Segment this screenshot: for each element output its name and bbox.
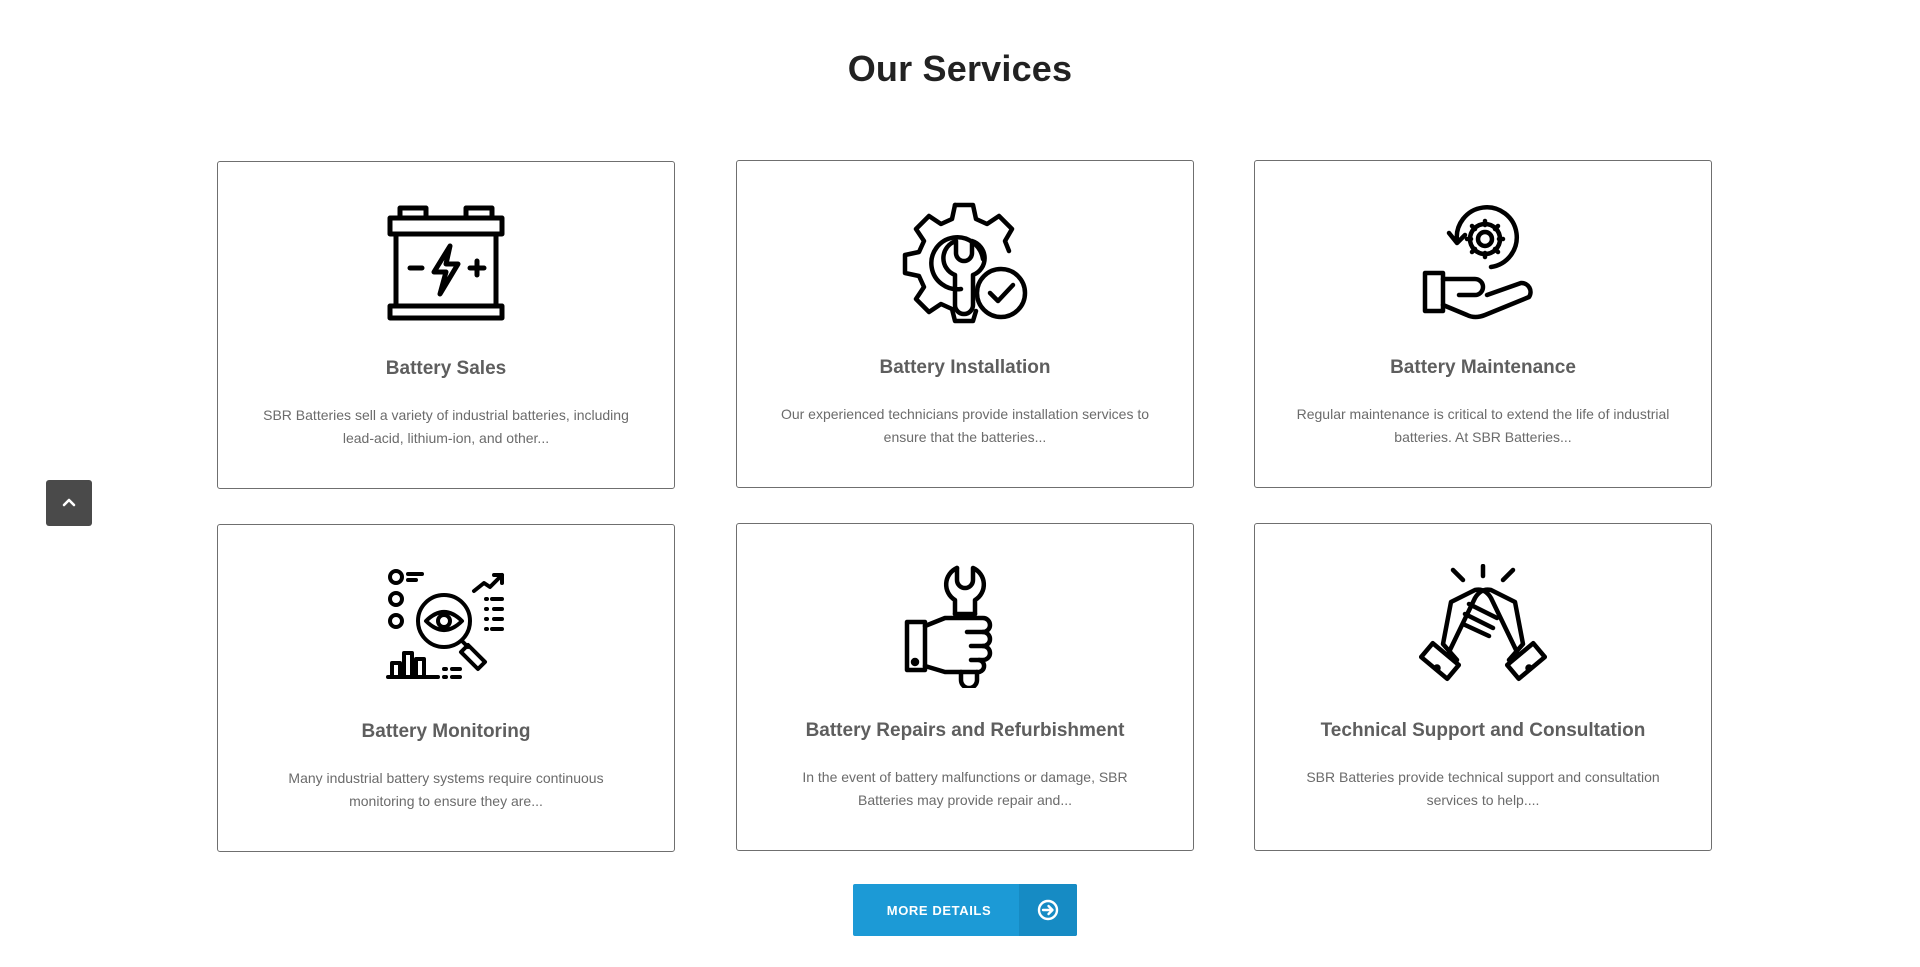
more-details-button[interactable]: MORE DETAILS	[853, 884, 1077, 936]
service-title: Technical Support and Consultation	[1320, 720, 1646, 741]
service-title: Battery Installation	[879, 357, 1051, 378]
service-title: Battery Maintenance	[1390, 357, 1576, 378]
scroll-top-button[interactable]	[46, 480, 92, 526]
service-description: In the event of battery malfunctions or …	[802, 769, 1128, 808]
car-battery-icon	[218, 202, 674, 326]
chevron-up-icon	[62, 494, 76, 512]
arrow-circle-right-icon	[1019, 884, 1077, 936]
service-description: Our experienced technicians provide inst…	[780, 406, 1150, 445]
services-page: Our Services Battery Sales SBR Batteries…	[0, 0, 1920, 967]
hand-wrench-icon	[737, 564, 1193, 688]
service-description: Many industrial battery systems require …	[288, 770, 604, 809]
service-card-battery-sales[interactable]: Battery Sales SBR Batteries sell a varie…	[217, 161, 675, 489]
service-title: Battery Sales	[385, 358, 507, 379]
section-title: Our Services	[847, 48, 1073, 89]
service-title: Battery Monitoring	[361, 721, 531, 742]
service-description: SBR Batteries sell a variety of industri…	[263, 407, 629, 446]
service-title: Battery Repairs and Refurbishment	[805, 720, 1125, 741]
handshake-icon	[1255, 564, 1711, 688]
service-description: Regular maintenance is critical to exten…	[1296, 406, 1670, 445]
service-card-battery-installation[interactable]: Battery Installation Our experienced tec…	[736, 160, 1194, 488]
service-description: SBR Batteries provide technical support …	[1306, 769, 1660, 808]
service-card-battery-repairs[interactable]: Battery Repairs and Refurbishment In the…	[736, 523, 1194, 851]
monitoring-magnifier-icon	[218, 565, 674, 689]
service-card-battery-maintenance[interactable]: Battery Maintenance Regular maintenance …	[1254, 160, 1712, 488]
more-details-label: MORE DETAILS	[886, 902, 992, 918]
hand-gear-icon	[1255, 201, 1711, 325]
gear-wrench-check-icon	[737, 201, 1193, 325]
service-card-technical-support[interactable]: Technical Support and Consultation SBR B…	[1254, 523, 1712, 851]
service-card-battery-monitoring[interactable]: Battery Monitoring Many industrial batte…	[217, 524, 675, 852]
